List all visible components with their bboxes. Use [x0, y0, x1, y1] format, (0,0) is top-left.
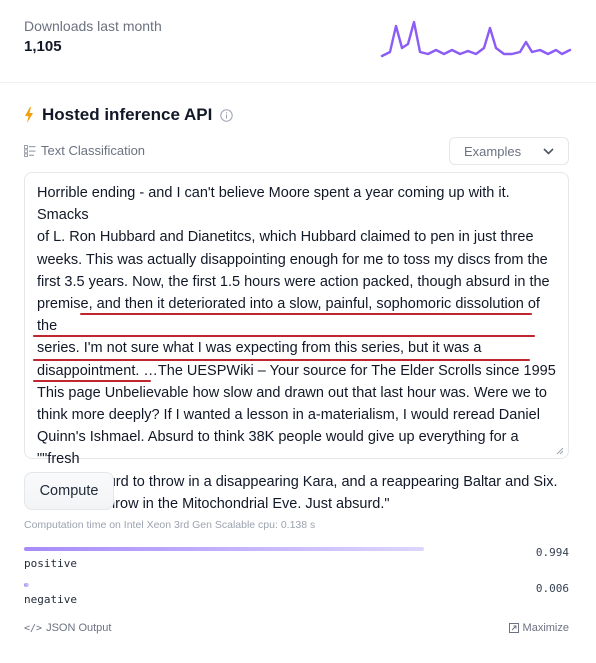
result-label: positive [24, 557, 77, 570]
result-label: negative [24, 593, 77, 606]
result-bar-track [24, 583, 426, 587]
input-line: start"". Absurd to throw in a disappeari… [37, 473, 558, 490]
computation-time: Computation time on Intel Xeon 3rd Gen S… [24, 519, 316, 531]
result-bar-track [24, 547, 426, 551]
info-icon[interactable] [220, 108, 234, 122]
text-classification-icon [24, 144, 36, 157]
red-underline [33, 335, 535, 337]
sparkline-path [380, 20, 572, 58]
result-bar-positive [24, 547, 424, 551]
red-underline [80, 313, 532, 315]
input-line: Absurd to throw in the Mitochondrial Eve… [37, 495, 390, 512]
red-underline [33, 359, 530, 361]
inference-api-header: Hosted inference API [24, 105, 234, 125]
maximize-icon [508, 623, 519, 633]
red-underline [33, 380, 151, 382]
input-line: series. I'm not sure what I was expectin… [37, 340, 482, 357]
downloads-value: 1,105 [24, 38, 62, 55]
maximize-label: Maximize [522, 622, 569, 634]
inference-api-title: Hosted inference API [42, 105, 213, 124]
input-line: disappointment. …The UESPWiki – Your sou… [37, 362, 556, 379]
code-icon: </> [24, 622, 43, 634]
json-output-label: JSON Output [46, 622, 112, 634]
downloads-block: Downloads last month 1,105 [24, 18, 162, 55]
input-line: Quinn's Ishmael. Absurd to think 38K peo… [37, 429, 519, 468]
result-score: 0.994 [535, 546, 569, 559]
input-line: think more deeply? If I wanted a lesson … [37, 407, 540, 424]
maximize-button[interactable]: Maximize [508, 622, 569, 634]
task-label: Text Classification [41, 143, 146, 158]
examples-label: Examples [464, 143, 522, 159]
input-textarea[interactable]: Horrible ending - and I can't believe Mo… [24, 172, 569, 512]
footer: </> JSON Output Maximize [24, 622, 569, 634]
resize-handle-icon[interactable] [556, 447, 564, 455]
examples-dropdown[interactable]: Examples [449, 137, 569, 165]
input-line: Horrible ending - and I can't believe Mo… [37, 185, 510, 224]
input-line: This page Unbelievable how slow and draw… [37, 384, 547, 401]
compute-button[interactable]: Compute [24, 472, 114, 510]
task-row: Text Classification [24, 143, 145, 158]
downloads-sparkline [380, 20, 572, 58]
input-line: weeks. This was actually disappointing e… [37, 251, 548, 268]
result-bar-negative [24, 583, 29, 587]
section-divider [0, 82, 596, 83]
json-output-toggle[interactable]: </> JSON Output [24, 622, 111, 634]
input-line: premise, and then it deteriorated into a… [37, 296, 540, 335]
result-score: 0.006 [535, 582, 569, 595]
input-line: first 3.5 years. Now, the first 1.5 hour… [37, 273, 550, 290]
chevron-down-icon [543, 147, 554, 155]
input-line: of L. Ron Hubbard and Dianetitcs, which … [37, 229, 534, 246]
input-text[interactable]: Horrible ending - and I can't believe Mo… [37, 182, 559, 515]
downloads-label: Downloads last month [24, 18, 162, 34]
lightning-icon [25, 107, 33, 123]
